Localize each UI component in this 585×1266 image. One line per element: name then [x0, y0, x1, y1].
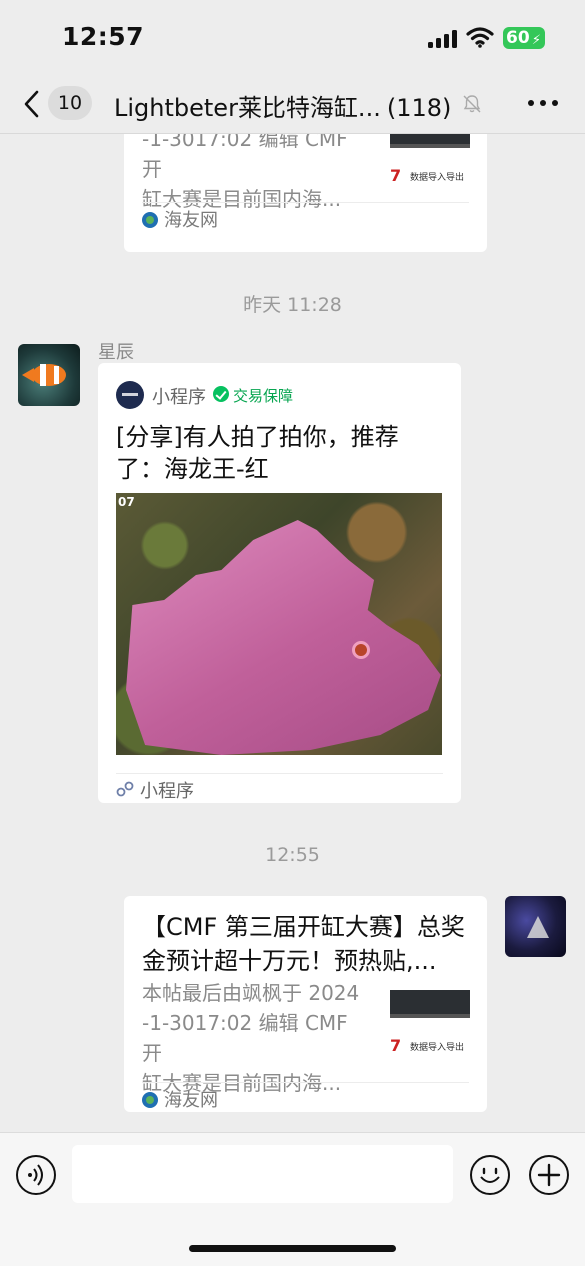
emoji-icon	[480, 1167, 500, 1183]
more-icon[interactable]	[528, 100, 558, 108]
wifi-icon	[466, 27, 494, 48]
description-line: -1-3017:02 编辑 CMF 开	[142, 1011, 348, 1065]
guarantee-label: 交易保障	[233, 387, 294, 405]
source-label: 海友网	[164, 210, 218, 231]
mini-program-card[interactable]: 小程序 交易保障 [分享]有人拍了拍你，推荐了：海龙王-红 07 小程序	[98, 363, 461, 803]
link-card[interactable]: -1-3017:02 编辑 CMF 开 缸大赛是目前国内海... 7 数据导入导…	[124, 134, 487, 252]
card-description: 本帖最后由飒枫于 2024 -1-3017:02 编辑 CMF 开 缸大赛是目前…	[142, 978, 374, 1098]
source-icon	[142, 212, 158, 228]
thumbnail-caption: 数据导入导出	[410, 173, 465, 183]
my-avatar[interactable]	[505, 896, 566, 957]
signal-icon	[428, 30, 458, 48]
mini-program-image: 07	[116, 493, 442, 755]
link-card[interactable]: 【CMF 第三届开缸大赛】总奖金预计超十万元！预热贴,... 本帖最后由飒枫于 …	[124, 896, 487, 1112]
voice-input-button[interactable]	[16, 1155, 56, 1195]
card-source: 海友网	[142, 206, 218, 232]
message-list[interactable]: -1-3017:02 编辑 CMF 开 缸大赛是目前国内海... 7 数据导入导…	[0, 134, 585, 1132]
description-line: -1-3017:02 编辑 CMF 开	[142, 134, 348, 181]
chat-nav-bar: 10 Lightbeter莱比特海缸... (118)	[0, 76, 585, 134]
mute-icon	[463, 95, 481, 113]
unread-count-badge[interactable]: 10	[48, 86, 92, 120]
timestamp: 昨天 11:28	[243, 294, 342, 316]
fish-eye	[352, 641, 370, 659]
timestamp: 12:55	[265, 844, 320, 866]
thumbnail-caption: 数据导入导出	[410, 1043, 465, 1053]
battery-icon: 60 ⚡	[503, 27, 545, 49]
chat-name: Lightbeter莱比特海缸...	[114, 94, 381, 122]
more-functions-button[interactable]	[529, 1155, 569, 1195]
message-input[interactable]	[72, 1145, 453, 1203]
source-label: 海友网	[164, 1090, 218, 1111]
mini-program-logo	[116, 381, 144, 409]
chat-title[interactable]: Lightbeter莱比特海缸... (118)	[114, 88, 451, 123]
voice-icon	[28, 1164, 43, 1186]
mini-program-name: 小程序	[152, 387, 206, 408]
description-line: 本帖最后由飒枫于 2024	[142, 981, 360, 1005]
battery-level: 60	[506, 28, 530, 48]
guarantee-icon	[213, 386, 229, 402]
mini-program-icon	[116, 781, 134, 797]
member-count: (118)	[386, 94, 452, 122]
thumbnail-number: 7	[390, 1036, 402, 1055]
plus-icon	[537, 1163, 561, 1187]
status-time: 12:57	[62, 22, 145, 51]
sender-avatar[interactable]	[18, 344, 80, 406]
home-indicator[interactable]	[189, 1245, 396, 1252]
image-tag: 07	[118, 495, 135, 509]
mini-program-title: [分享]有人拍了拍你，推荐了：海龙王-红	[116, 423, 399, 483]
card-title: 【CMF 第三届开缸大赛】总奖金预计超十万元！预热贴,...	[142, 913, 465, 975]
mini-program-footer: 小程序	[140, 781, 194, 802]
source-icon	[142, 1092, 158, 1108]
back-icon[interactable]	[20, 88, 44, 120]
scorpionfish-shape	[126, 520, 441, 755]
card-thumbnail: 7 数据导入导出	[390, 134, 470, 190]
status-bar: 12:57 60 ⚡	[0, 0, 585, 76]
sender-name: 星辰	[98, 342, 134, 363]
card-thumbnail: 7 数据导入导出	[390, 980, 470, 1060]
emoji-button[interactable]	[470, 1155, 510, 1195]
charging-bolt-icon: ⚡	[531, 33, 541, 48]
thumbnail-number: 7	[390, 166, 402, 185]
card-source: 海友网	[142, 1086, 218, 1112]
